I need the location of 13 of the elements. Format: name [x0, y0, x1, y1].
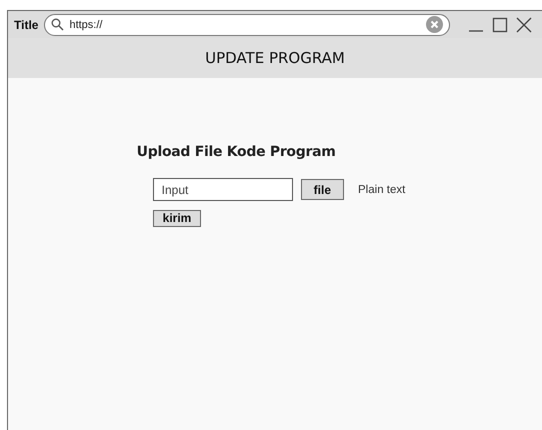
form-heading: Upload File Kode Program [136, 144, 337, 160]
address-text: https:// [69, 18, 104, 30]
input-field[interactable]: Input [152, 178, 293, 201]
window-title: Title [14, 18, 38, 32]
clear-icon[interactable] [426, 16, 444, 33]
plain-text: Plain text [358, 184, 406, 196]
submit-button[interactable]: kirim [152, 210, 202, 226]
search-icon [51, 18, 64, 31]
maximize-icon[interactable] [492, 16, 508, 32]
page-title: UPDATE PROGRAM [205, 49, 345, 67]
close-icon[interactable] [516, 16, 532, 32]
address-bar[interactable]: https:// [44, 14, 450, 36]
file-button[interactable]: file [300, 179, 344, 200]
